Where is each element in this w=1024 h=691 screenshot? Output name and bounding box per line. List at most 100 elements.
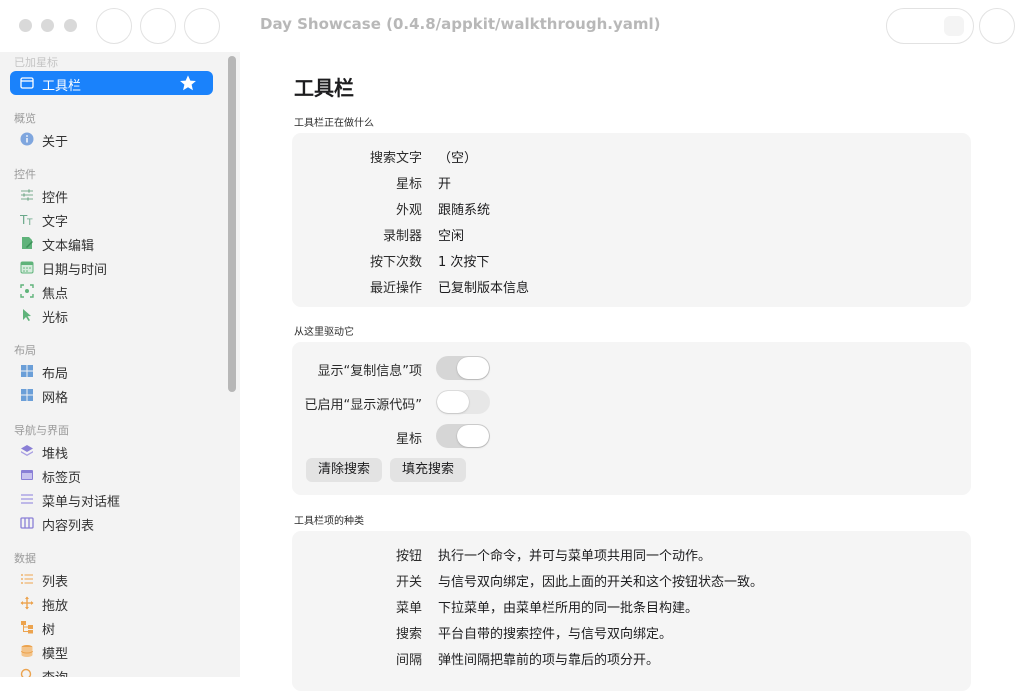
sidebar-item-label: 标签页 (42, 471, 82, 486)
copy-info-toggle[interactable] (436, 356, 490, 380)
sidebar-item-content-list[interactable]: 内容列表 (10, 511, 213, 535)
sidebar-item-cursor[interactable]: 光标 (10, 303, 213, 327)
focus-icon (20, 284, 34, 298)
sidebar: 已加星标 概览 控件 布局 导航与界面 数据 工具栏 关于 控件 T T 文字 … (0, 52, 240, 677)
kind-description: 下拉菜单，由菜单栏所用的同一批条目构建。 (438, 601, 699, 616)
toggle-label-show-source: 已启用“显示源代码” (304, 398, 422, 413)
status-group-header: 工具栏正在做什么 (294, 118, 374, 129)
kinds-card: 按钮 执行一个命令，并可与菜单项共用同一个动作。 开关 与信号双向绑定，因此上面… (292, 531, 971, 691)
sliders-icon (21, 189, 33, 201)
sidebar-section-data: 数据 (14, 552, 36, 565)
sidebar-section-layout: 布局 (14, 344, 36, 357)
calendar-icon (20, 261, 34, 274)
minimize-window-button[interactable] (41, 19, 54, 32)
status-value: 跟随系统 (438, 203, 491, 218)
tabs-icon (21, 470, 33, 480)
title-bar: Day Showcase (0.4.8/appkit/walkthrough.y… (0, 0, 1024, 52)
status-key: 外观 (395, 203, 422, 218)
sidebar-item-grid[interactable]: 网格 (10, 383, 213, 407)
page-title: 工具栏 (294, 76, 354, 100)
kind-key: 菜单 (395, 601, 422, 616)
sidebar-item-label: 树 (42, 623, 56, 638)
sidebar-item-layout[interactable]: 布局 (10, 359, 213, 383)
toolbar-button-right[interactable] (979, 8, 1015, 44)
sidebar-section-starred: 已加星标 (14, 56, 58, 69)
sidebar-item-label: 焦点 (42, 287, 69, 302)
sidebar-item-toolbar[interactable]: 工具栏 (10, 71, 213, 95)
list-icon (21, 574, 33, 584)
window-icon (20, 77, 34, 89)
toggle-knob (457, 357, 489, 379)
drag-icon (20, 596, 34, 610)
status-key: 星标 (395, 177, 422, 192)
status-key: 最近操作 (369, 281, 422, 296)
sidebar-item-drag-drop[interactable]: 拖放 (10, 591, 213, 615)
kind-key: 按钮 (395, 549, 422, 564)
sidebar-item-label: 拖放 (42, 599, 69, 614)
query-icon (20, 668, 32, 677)
edit-icon (22, 237, 33, 249)
sidebar-item-label: 查询 (42, 667, 68, 677)
columns-icon (20, 517, 34, 529)
toggle-knob (437, 391, 469, 413)
sidebar-item-list[interactable]: 列表 (10, 567, 213, 591)
sidebar-item-controls[interactable]: 控件 (10, 183, 213, 207)
status-key: 按下次数 (369, 255, 422, 270)
sidebar-item-label: 内容列表 (42, 519, 95, 534)
kind-key: 间隔 (395, 653, 422, 668)
toolbar-button-2[interactable] (140, 8, 176, 44)
database-icon (21, 645, 33, 657)
kinds-group-header: 工具栏项的种类 (294, 516, 364, 527)
fill-search-button[interactable]: 填充搜索 (390, 458, 466, 482)
sidebar-item-menus[interactable]: 菜单与对话框 (10, 487, 213, 511)
status-value: 1 次按下 (438, 255, 490, 270)
zoom-window-button[interactable] (64, 19, 77, 32)
cursor-icon (23, 309, 31, 321)
star-toggle[interactable] (436, 424, 490, 448)
kind-description: 与信号双向绑定，因此上面的开关和这个按钮状态一致。 (438, 575, 764, 590)
toolbar-search-icon (944, 16, 964, 36)
status-key: 录制器 (382, 229, 422, 244)
window-title: Day Showcase (0.4.8/appkit/walkthrough.y… (260, 15, 661, 33)
sidebar-item-about[interactable]: 关于 (10, 127, 213, 151)
close-window-button[interactable] (19, 19, 32, 32)
text-icon: T T (20, 213, 33, 226)
star-icon[interactable] (179, 74, 197, 92)
kind-key: 搜索 (395, 627, 422, 642)
tree-icon (21, 621, 33, 634)
sidebar-item-stack[interactable]: 堆栈 (10, 439, 213, 463)
sidebar-item-label: 文字 (42, 215, 69, 230)
toolbar-button-3[interactable] (184, 8, 220, 44)
main-content: 工具栏 工具栏正在做什么 搜索文字 （空） 星标 开 外观 跟随系统 录制器 空… (240, 52, 1024, 691)
status-value: 已复制版本信息 (438, 281, 530, 296)
sidebar-item-tabs[interactable]: 标签页 (10, 463, 213, 487)
sidebar-item-label: 控件 (42, 191, 69, 206)
sidebar-section-navigation: 导航与界面 (14, 424, 69, 437)
sidebar-item-date-time[interactable]: 日期与时间 (10, 255, 213, 279)
layout-grid-icon (21, 365, 33, 377)
stack-icon (21, 445, 33, 456)
drive-card: 显示“复制信息”项 已启用“显示源代码” 星标 清除搜索 填充搜索 (292, 342, 971, 495)
sidebar-item-query[interactable]: 查询 (10, 663, 213, 677)
show-source-toggle[interactable] (436, 390, 490, 414)
sidebar-scrollbar-thumb[interactable] (228, 56, 236, 392)
sidebar-item-focus[interactable]: 焦点 (10, 279, 213, 303)
toolbar-button-1[interactable] (96, 8, 132, 44)
sidebar-item-label: 模型 (42, 647, 69, 662)
sidebar-item-tree[interactable]: 树 (10, 615, 213, 639)
kind-description: 执行一个命令，并可与菜单项共用同一个动作。 (438, 549, 712, 564)
status-card: 搜索文字 （空） 星标 开 外观 跟随系统 录制器 空闲 按下次数 1 次按下 … (292, 133, 971, 307)
sidebar-item-text-edit[interactable]: 文本编辑 (10, 231, 213, 255)
status-value: 空闲 (438, 229, 465, 244)
drive-group-header: 从这里驱动它 (294, 327, 354, 338)
clear-search-button[interactable]: 清除搜索 (306, 458, 382, 482)
menu-icon (21, 494, 33, 504)
sidebar-item-label: 光标 (42, 311, 69, 326)
toggle-knob (457, 425, 489, 447)
sidebar-item-text[interactable]: T T 文字 (10, 207, 213, 231)
sidebar-item-label: 菜单与对话框 (42, 495, 121, 510)
kind-key: 开关 (395, 575, 422, 590)
sidebar-item-label: 日期与时间 (42, 263, 108, 278)
sidebar-item-model[interactable]: 模型 (10, 639, 213, 663)
sidebar-item-label: 布局 (42, 367, 69, 382)
